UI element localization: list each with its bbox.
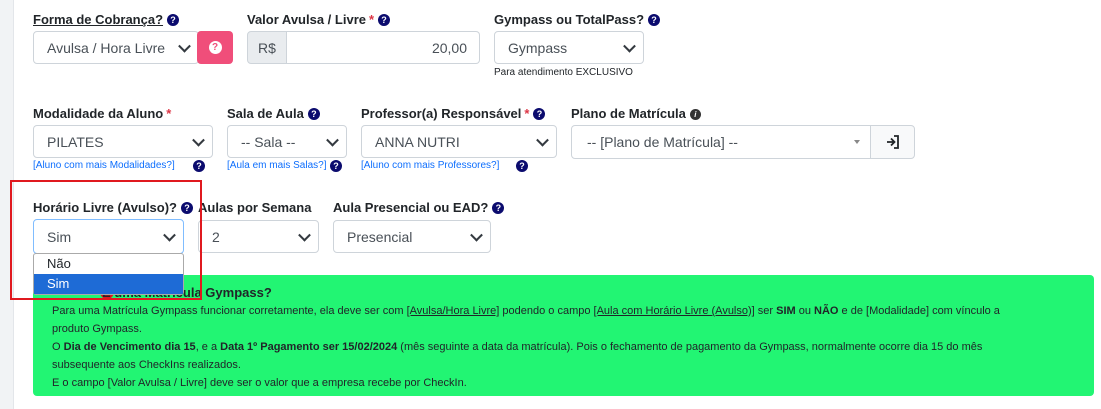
question-icon: ? (208, 41, 222, 54)
horario-livre-value: Sim (47, 228, 72, 245)
help-icon[interactable]: ? (307, 108, 320, 120)
currency-addon: R$ (247, 31, 287, 64)
alert-line-4: subsequente aos CheckIns realizados. (52, 359, 241, 371)
chevron-down-icon (536, 133, 549, 147)
alert-text: podendo o campo (499, 305, 594, 317)
chevron-down-icon (326, 133, 339, 147)
plano-value: -- [Plano de Matrícula] -- (587, 134, 738, 150)
page-left-border (0, 0, 14, 409)
dropdown-option-nao[interactable]: Não (34, 254, 183, 274)
help-icon[interactable]: ? (648, 14, 661, 26)
aulas-semana-label: Aulas por Semana (198, 200, 311, 215)
alert-text: Dia de Vencimento dia 15 (63, 341, 196, 353)
alert-text: ou (795, 305, 815, 317)
help-icon[interactable]: ? (180, 202, 193, 214)
chevron-down-icon (298, 228, 311, 242)
forma-cobranca-label-text: Forma de Cobrança? (33, 12, 164, 27)
modalidade-label-text: Modalidade da Aluno (33, 106, 164, 121)
professor-label: Professor(a) Responsável *? (361, 106, 546, 121)
alert-line-5: E o campo [Valor Avulsa / Livre] deve se… (52, 377, 467, 389)
alert-body: Para uma Matrícula Gympass funcionar cor… (52, 302, 1087, 392)
chevron-down-icon (192, 133, 205, 147)
help-icon[interactable]: ? (193, 160, 205, 172)
currency-prefix: R$ (258, 39, 276, 56)
professor-value: ANNA NUTRI (375, 133, 460, 150)
alert-line-3: O Dia de Vencimento dia 15, e a Data 1º … (52, 338, 1087, 356)
help-icon[interactable]: ? (330, 160, 342, 172)
chevron-down-icon (623, 39, 636, 53)
gympass-note: Para atendimento EXCLUSIVO (494, 67, 633, 78)
alert-text: , e a (195, 341, 221, 353)
aulas-semana-select[interactable]: 2 (198, 220, 319, 253)
presencial-select[interactable]: Presencial (333, 220, 491, 253)
forma-cobranca-value: Avulsa / Hora Livre (47, 39, 166, 56)
gympass-value: Gympass (508, 39, 568, 56)
modalidade-value: PILATES (47, 133, 104, 150)
modalidade-label: Modalidade da Aluno * (33, 106, 171, 121)
required-icon: * (524, 106, 530, 121)
alert-text: [Avulsa/Hora Livre] (406, 305, 500, 317)
info-icon[interactable]: i (689, 109, 701, 120)
valor-avulsa-input[interactable]: 20,00 (287, 31, 480, 64)
help-icon[interactable]: ? (533, 108, 546, 120)
valor-avulsa-value: 20,00 (431, 39, 467, 56)
presencial-label: Aula Presencial ou EAD?? (333, 200, 505, 215)
sala-select[interactable]: -- Sala -- (227, 125, 347, 158)
help-icon[interactable]: ? (167, 14, 180, 26)
alert-line-1: Para uma Matrícula Gympass funcionar cor… (52, 302, 1087, 320)
sala-label: Sala de Aula? (227, 106, 320, 121)
alert-text: Data 1º Pagamento ser 15/02/2024 (220, 341, 398, 353)
professor-more-link[interactable]: [Aluno com mais Professores?] (361, 160, 499, 171)
forma-cobranca-help-button[interactable]: ? (197, 31, 233, 64)
valor-avulsa-label-text: Valor Avulsa / Livre (247, 12, 366, 27)
aulas-semana-label-text: Aulas por Semana (198, 200, 312, 215)
alert-text: SIM (776, 305, 796, 317)
sala-more-link[interactable]: [Aula em mais Salas?] (227, 160, 327, 171)
alert-line-2: produto Gympass. (52, 323, 142, 335)
dropdown-option-sim[interactable]: Sim (34, 274, 183, 294)
horario-livre-dropdown: Não Sim (33, 253, 184, 295)
gympass-totalpass-label-text: Gympass ou TotalPass? (494, 12, 645, 27)
forma-cobranca-select[interactable]: Avulsa / Hora Livre (33, 31, 199, 64)
sala-value: -- Sala -- (241, 133, 296, 150)
alert-text: NÃO (814, 305, 839, 317)
horario-livre-label-text: Horário Livre (Avulso)? (33, 200, 177, 215)
chevron-down-icon (470, 228, 483, 242)
plano-enter-button[interactable] (870, 125, 915, 159)
gympass-select[interactable]: Gympass (494, 31, 644, 64)
valor-avulsa-label: Valor Avulsa / Livre *? (247, 12, 391, 27)
presencial-label-text: Aula Presencial ou EAD? (333, 200, 489, 215)
gympass-totalpass-label: Gympass ou TotalPass?? (494, 12, 661, 27)
help-icon[interactable]: ? (378, 14, 391, 26)
aulas-semana-value: 2 (212, 228, 220, 245)
chevron-down-icon (178, 39, 191, 53)
required-icon: * (368, 12, 375, 27)
required-icon: * (166, 106, 172, 121)
modalidade-more-link[interactable]: [Aluno com mais Modalidades?] (33, 160, 175, 171)
help-icon[interactable]: ? (516, 160, 528, 172)
alert-text: Para uma Matrícula Gympass funcionar cor… (52, 305, 407, 317)
professor-label-text: Professor(a) Responsável (361, 106, 522, 121)
plano-label-text: Plano de Matrícula (571, 106, 686, 121)
professor-select[interactable]: ANNA NUTRI (361, 125, 557, 158)
sign-in-icon (886, 135, 899, 149)
alert-text: O (52, 341, 64, 353)
alert-text: e de [Modalidade] com vínculo a (838, 305, 1000, 317)
horario-livre-label: Horário Livre (Avulso)?? (33, 200, 193, 215)
help-icon[interactable]: ? (492, 202, 505, 214)
chevron-down-icon (163, 228, 176, 242)
modalidade-select[interactable]: PILATES (33, 125, 213, 158)
presencial-value: Presencial (347, 228, 413, 245)
forma-cobranca-label: Forma de Cobrança?? (33, 12, 180, 27)
alert-text: ser (754, 305, 777, 317)
plano-label: Plano de Matrícula i (571, 106, 701, 121)
caret-down-icon (854, 140, 860, 144)
alert-text: [Aula com Horário Livre (Avulso)] (593, 305, 755, 317)
horario-livre-select[interactable]: Sim (33, 219, 184, 254)
sala-label-text: Sala de Aula (227, 106, 304, 121)
plano-select[interactable]: -- [Plano de Matrícula] -- (571, 125, 871, 159)
alert-text: (mês seguinte a data da matrícula). Pois… (397, 341, 983, 353)
